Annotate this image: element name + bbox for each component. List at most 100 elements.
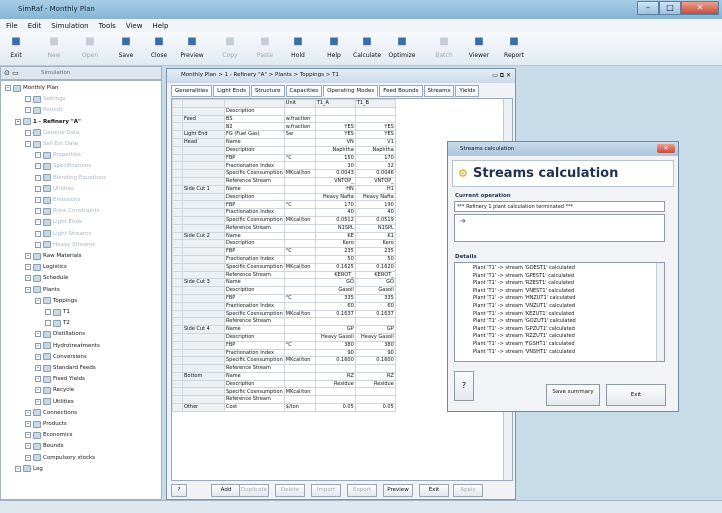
calculate-button[interactable]: ■ Calculate [353,34,381,64]
expand-icon[interactable]: – [35,353,41,360]
table-cell[interactable] [354,114,396,124]
exit-button[interactable]: ■ Exit [2,34,30,64]
expand-icon[interactable]: – [35,163,41,170]
table-cell[interactable] [314,364,356,373]
expand-icon[interactable]: – [35,197,41,203]
table-cell[interactable]: 0.0519 [354,215,396,225]
tree-item[interactable]: – Log [15,464,43,474]
table-cell[interactable]: 30 [314,161,356,171]
menu-view[interactable]: View [126,22,143,30]
tree-item[interactable]: – Plants [25,285,60,295]
expand-icon[interactable]: – [35,376,41,383]
table-cell[interactable]: RZ [314,371,356,381]
panel-toggle-icon[interactable]: ⊙ ▭ [4,69,19,77]
help-button[interactable]: ? [171,484,187,497]
tree-item[interactable]: – Sell Est Data [25,139,78,149]
tree-item[interactable]: – Light Streams [35,229,91,239]
expand-icon[interactable]: – [25,286,31,293]
table-cell[interactable]: 0.1600 [314,356,356,366]
hold-button[interactable]: ■ Hold [284,34,312,64]
table-cell[interactable]: N1SPL [354,223,396,233]
expand-icon[interactable]: – [35,297,41,304]
expand-icon[interactable] [45,309,51,315]
export-button[interactable]: Export [347,484,377,497]
menu-edit[interactable]: Edit [28,22,42,30]
new-button[interactable]: ■ New [40,34,68,64]
tree-item[interactable]: – Raw Materials [25,251,82,261]
table-cell[interactable]: Gasoil [354,286,396,295]
expand-icon[interactable]: – [35,219,41,226]
table-cell[interactable]: 190 [354,200,396,210]
table-cell[interactable]: YES [354,122,396,132]
table-cell[interactable] [354,106,396,116]
expand-icon[interactable]: – [35,152,41,159]
expand-icon[interactable]: – [25,129,31,136]
expand-icon[interactable]: – [35,208,41,215]
table-cell[interactable]: V1 [354,137,396,147]
tree-item[interactable]: – Heavy Streams [35,240,95,250]
tab-streams[interactable]: Streams [423,85,455,97]
table-cell[interactable] [354,364,396,373]
table-cell[interactable]: 90 [354,348,396,358]
table-cell[interactable] [354,387,396,397]
expand-icon[interactable]: – [35,398,41,405]
tree-item[interactable]: – Blending Equations [35,173,106,183]
table-cell[interactable]: 380 [354,340,396,350]
save-summary-button[interactable]: Save summary [546,384,600,406]
tree-item[interactable]: – Emissions [35,195,80,205]
expand-icon[interactable]: – [35,365,41,371]
tab-light-ends[interactable]: Light Ends [213,85,250,97]
tree-item[interactable]: – General Data [25,128,80,138]
report-button[interactable]: ■ Report [500,34,528,64]
expand-icon[interactable]: – [15,118,21,125]
table-cell[interactable]: 0.05 [314,403,356,412]
tree-item[interactable]: – Compulsory stocks [25,453,95,463]
table-cell[interactable] [314,106,356,116]
table-cell[interactable]: 60 [314,301,356,311]
table-cell[interactable]: Kero [354,239,396,249]
table-cell[interactable]: Heavy Gasoil [314,332,356,342]
tree-item[interactable]: – Recycle [35,385,74,395]
table-cell[interactable]: 32 [354,161,396,171]
paste-button[interactable]: ■ Paste [251,34,279,64]
table-cell[interactable]: 170 [354,153,396,163]
table-cell[interactable]: Naphtha [314,145,356,155]
simulation-tab[interactable]: Simulation [41,70,70,76]
expand-icon[interactable]: – [25,96,31,103]
duplicate-button[interactable]: Duplicate [239,484,269,497]
tab-capacities[interactable]: Capacities [285,85,323,97]
expand-icon[interactable]: – [25,264,31,271]
table-cell[interactable]: 0.1600 [354,356,396,366]
tab-yields[interactable]: Yields [455,85,480,97]
expand-icon[interactable]: – [15,465,21,472]
menu-file[interactable]: File [6,22,18,30]
tree-item[interactable]: – Utilities [35,184,74,194]
table-cell[interactable]: Heavy Nafta [314,192,356,202]
table-cell[interactable] [314,317,356,327]
expand-icon[interactable]: – [35,342,41,349]
tree-item[interactable]: – Price Constraints [35,206,100,216]
expand-icon[interactable]: – [25,141,31,147]
tab-operating-modes[interactable]: Operating Modes [323,85,379,97]
expand-icon[interactable]: – [35,241,41,248]
table-cell[interactable]: YES [314,130,356,139]
table-cell[interactable]: KE [314,231,356,241]
table-cell[interactable]: 0.0512 [314,215,356,225]
table-cell[interactable] [314,114,356,124]
tree-item[interactable]: – Monthly Plan [5,83,58,93]
exit-button[interactable]: Exit [419,484,449,497]
close-icon[interactable]: ✕ [681,1,719,15]
expand-icon[interactable]: – [35,331,41,338]
menu-simulation[interactable]: Simulation [51,22,88,30]
expand-icon[interactable]: – [35,387,41,394]
expand-icon[interactable]: – [25,432,31,439]
menu-help[interactable]: Help [152,22,168,30]
open-button[interactable]: ■ Open [76,34,104,64]
table-cell[interactable]: 235 [354,247,396,256]
tree-item[interactable]: – Periods [25,105,63,115]
tree-item[interactable]: – Standard Feeds [35,363,96,373]
tree-item[interactable]: – Settings [25,94,66,104]
table-cell[interactable] [354,395,396,405]
apply-button[interactable]: Apply [453,484,483,497]
table-cell[interactable] [354,317,396,327]
